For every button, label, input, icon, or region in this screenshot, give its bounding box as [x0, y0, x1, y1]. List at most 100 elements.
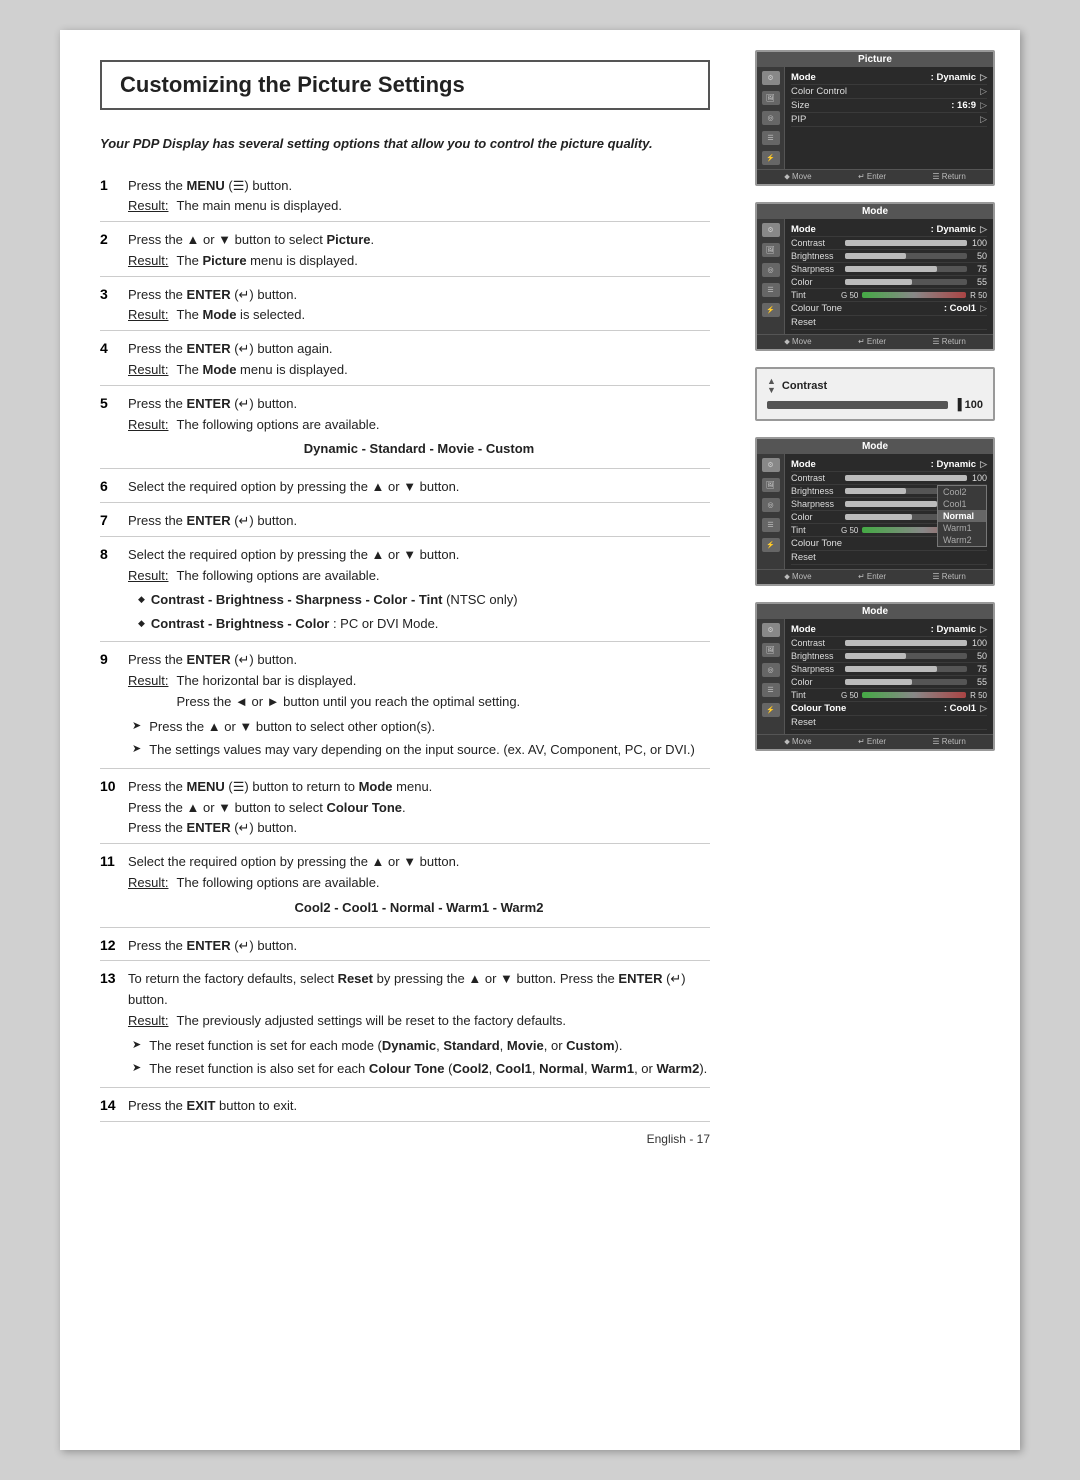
tv-icon-2-4: ☰ — [762, 283, 780, 297]
tv-panel-4: Mode ⚙ 🖼 ◎ ☰ ⚡ Mode : Dynamic ▷ Co — [755, 437, 995, 586]
arrow-13-2: The reset function is also set for each … — [132, 1059, 710, 1079]
tv-row-4-mode: Mode : Dynamic ▷ — [791, 458, 987, 472]
tv-panel-2-title: Mode — [757, 204, 993, 219]
right-column: Picture ⚙ 🖼 ◎ ☰ ⚡ Mode : Dynamic ▷ — [740, 30, 1020, 1450]
step-content-13: To return the factory defaults, select R… — [128, 969, 710, 1082]
dropdown-warm1: Warm1 — [938, 522, 986, 534]
tv-footer-5: ⬥ Move ↵ Enter ☰ Return — [757, 734, 993, 749]
step-content-3: Press the ENTER (↵) button. Result:The M… — [128, 285, 710, 327]
tv-panel-2-body: ⚙ 🖼 ◎ ☰ ⚡ Mode : Dynamic ▷ Contrast — [757, 219, 993, 334]
tv-icon-4-5: ⚡ — [762, 538, 780, 552]
dropdown-normal: Normal — [938, 510, 986, 522]
step-7: 7 Press the ENTER (↵) button. — [100, 507, 710, 537]
step-content-12: Press the ENTER (↵) button. — [128, 936, 710, 957]
tv-icon-3: ◎ — [762, 111, 780, 125]
tv-row-4-brightness: Brightness 50 Cool2 Cool1 Normal Warm1 W… — [791, 485, 987, 498]
step-4: 4 Press the ENTER (↵) button again. Resu… — [100, 335, 710, 386]
step-content-11: Select the required option by pressing t… — [128, 852, 710, 922]
tv-icon-5-4: ☰ — [762, 683, 780, 697]
page-container: Customizing the Picture Settings Your PD… — [60, 30, 1020, 1450]
step-content-6: Select the required option by pressing t… — [128, 477, 710, 498]
step-num-14: 14 — [100, 1096, 128, 1117]
step-1: 1 Press the MENU (☰) button. Result:The … — [100, 172, 710, 223]
tv-row-pip: PIP ▷ — [791, 113, 987, 127]
tv-sidebar-2: ⚙ 🖼 ◎ ☰ ⚡ — [757, 219, 785, 334]
contrast-bar-row: ▐ 100 — [767, 399, 983, 411]
arrow-list-13: The reset function is set for each mode … — [128, 1036, 710, 1079]
tv-row-2-color: Color 55 — [791, 276, 987, 289]
step-6: 6 Select the required option by pressing… — [100, 473, 710, 503]
step-num-11: 11 — [100, 852, 128, 922]
tv-panel-5-main: Mode : Dynamic ▷ Contrast 100 Brightness… — [785, 619, 993, 734]
tv-panel-2: Mode ⚙ 🖼 ◎ ☰ ⚡ Mode : Dynamic ▷ Co — [755, 202, 995, 351]
step-num-6: 6 — [100, 477, 128, 498]
tv-row-2-tint: Tint G 50 R 50 — [791, 289, 987, 302]
step-3: 3 Press the ENTER (↵) button. Result:The… — [100, 281, 710, 332]
tv-icon-4: ☰ — [762, 131, 780, 145]
tv-row-5-tint: Tint G 50 R 50 — [791, 689, 987, 702]
tv-footer-4: ⬥ Move ↵ Enter ☰ Return — [757, 569, 993, 584]
page-title: Customizing the Picture Settings — [120, 72, 465, 97]
tv-panel-5: Mode ⚙ 🖼 ◎ ☰ ⚡ Mode : Dynamic ▷ Co — [755, 602, 995, 751]
tv-row-5-brightness: Brightness 50 — [791, 650, 987, 663]
step-9: 9 Press the ENTER (↵) button. Result: Th… — [100, 646, 710, 768]
tv-panel-1-body: ⚙ 🖼 ◎ ☰ ⚡ Mode : Dynamic ▷ Color Control… — [757, 67, 993, 169]
tv-panel-3: ▲ ▼ Contrast ▐ 100 — [755, 367, 995, 421]
tv-panel-4-main: Mode : Dynamic ▷ Contrast 100 Brightness… — [785, 454, 993, 569]
step-num-1: 1 — [100, 176, 128, 218]
options-11: Cool2 - Cool1 - Normal - Warm1 - Warm2 — [128, 898, 710, 919]
tv-panel-1: Picture ⚙ 🖼 ◎ ☰ ⚡ Mode : Dynamic ▷ — [755, 50, 995, 186]
tv-panel-4-body: ⚙ 🖼 ◎ ☰ ⚡ Mode : Dynamic ▷ Contrast — [757, 454, 993, 569]
tv-icon-2-2: 🖼 — [762, 243, 780, 257]
tv-icon-5-1: ⚙ — [762, 623, 780, 637]
step-content-4: Press the ENTER (↵) button again. Result… — [128, 339, 710, 381]
tv-icon-4-4: ☰ — [762, 518, 780, 532]
tv-row-mode: Mode : Dynamic ▷ — [791, 71, 987, 85]
tv-row-5-reset: Reset — [791, 716, 987, 730]
tv-icon-5-5: ⚡ — [762, 703, 780, 717]
tv-footer-1: ⬥ Move ↵ Enter ☰ Return — [757, 169, 993, 184]
bullet-list-8: Contrast - Brightness - Sharpness - Colo… — [128, 590, 710, 633]
tv-row-5-contrast: Contrast 100 — [791, 637, 987, 650]
tv-row-2-mode: Mode : Dynamic ▷ — [791, 223, 987, 237]
step-num-2: 2 — [100, 230, 128, 272]
tv-row-4-reset: Reset — [791, 551, 987, 565]
arrow-9-2: The settings values may vary depending o… — [132, 740, 710, 760]
tv-sidebar-5: ⚙ 🖼 ◎ ☰ ⚡ — [757, 619, 785, 734]
contrast-bar-fill — [767, 401, 948, 409]
options-5: Dynamic - Standard - Movie - Custom — [128, 439, 710, 460]
step-content-10: Press the MENU (☰) button to return to M… — [128, 777, 710, 839]
step-content-5: Press the ENTER (↵) button. Result:The f… — [128, 394, 710, 464]
step-14: 14 Press the EXIT button to exit. — [100, 1092, 710, 1122]
footer: English - 17 — [100, 1132, 710, 1146]
tv-panel-5-title: Mode — [757, 604, 993, 619]
step-num-13: 13 — [100, 969, 128, 1082]
tv-icon-4-1: ⚙ — [762, 458, 780, 472]
step-content-7: Press the ENTER (↵) button. — [128, 511, 710, 532]
contrast-bar-bg — [767, 401, 948, 409]
tv-panel-1-title: Picture — [757, 52, 993, 67]
contrast-val: ▐ 100 — [954, 399, 983, 411]
tv-row-5-sharpness: Sharpness 75 — [791, 663, 987, 676]
step-12: 12 Press the ENTER (↵) button. — [100, 932, 710, 962]
tv-row-5-colourtone: Colour Tone : Cool1 ▷ — [791, 702, 987, 716]
tv-panel-2-main: Mode : Dynamic ▷ Contrast 100 Brightness… — [785, 219, 993, 334]
contrast-label-row: ▲ ▼ Contrast — [767, 377, 983, 395]
tv-icon-1: ⚙ — [762, 71, 780, 85]
step-content-1: Press the MENU (☰) button. Result:The ma… — [128, 176, 710, 218]
tv-row-4-contrast: Contrast 100 — [791, 472, 987, 485]
step-content-14: Press the EXIT button to exit. — [128, 1096, 710, 1117]
tv-row-size: Size : 16:9 ▷ — [791, 99, 987, 113]
tv-row-2-contrast: Contrast 100 — [791, 237, 987, 250]
arrow-list-9: Press the ▲ or ▼ button to select other … — [128, 717, 710, 760]
step-10: 10 Press the MENU (☰) button to return t… — [100, 773, 710, 844]
step-num-3: 3 — [100, 285, 128, 327]
tv-panel-1-main: Mode : Dynamic ▷ Color Control ▷ Size : … — [785, 67, 993, 169]
tv-row-2-sharpness: Sharpness 75 — [791, 263, 987, 276]
bullet-8-2: Contrast - Brightness - Color : PC or DV… — [138, 614, 710, 634]
tv-row-color-control: Color Control ▷ — [791, 85, 987, 99]
step-num-9: 9 — [100, 650, 128, 763]
step-content-2: Press the ▲ or ▼ button to select Pictur… — [128, 230, 710, 272]
tv-sidebar-4: ⚙ 🖼 ◎ ☰ ⚡ — [757, 454, 785, 569]
step-11: 11 Select the required option by pressin… — [100, 848, 710, 927]
